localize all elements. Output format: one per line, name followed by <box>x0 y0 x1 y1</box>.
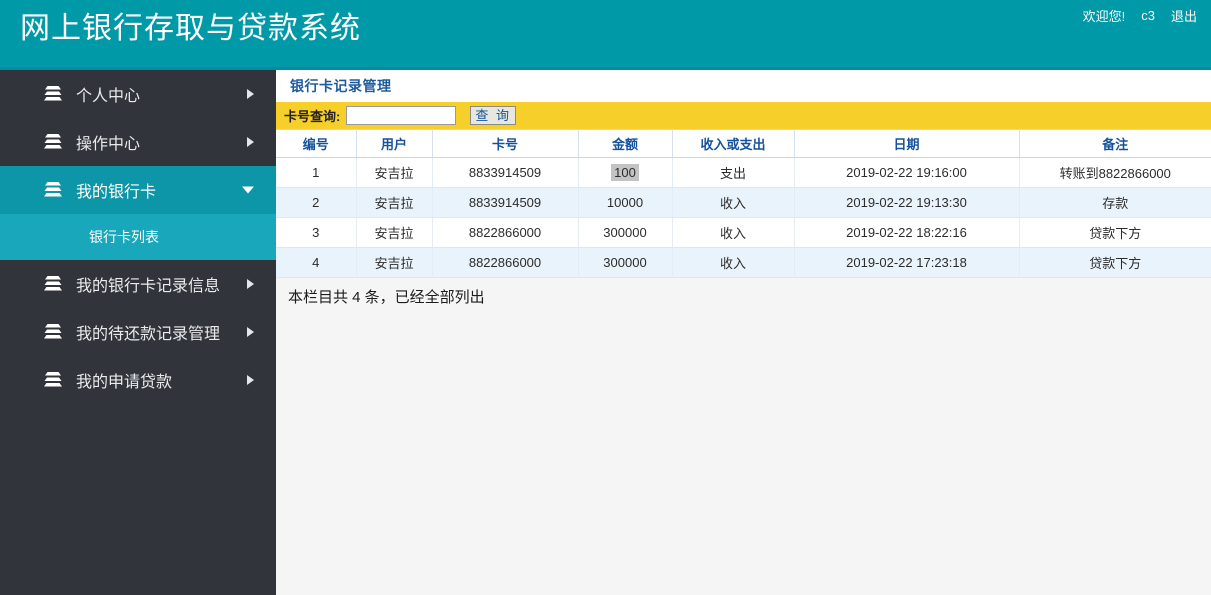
sidebar-subitem-label: 银行卡列表 <box>89 229 159 245</box>
cell-type: 收入 <box>672 247 795 278</box>
chevron-down-icon <box>242 186 254 194</box>
cell-remark: 贷款下方 <box>1019 217 1211 248</box>
table-header-row: 编号 用户 卡号 金额 收入或支出 日期 备注 <box>276 129 1211 158</box>
cell-id: 3 <box>276 217 357 248</box>
welcome-text: 欢迎您! <box>1082 9 1126 24</box>
cell-card-no: 8833914509 <box>432 157 579 188</box>
layers-icon <box>42 133 64 151</box>
sidebar-item-my-card-records[interactable]: 我的银行卡记录信息 <box>0 260 276 308</box>
cell-remark: 存款 <box>1019 187 1211 218</box>
app-header: 网上银行存取与贷款系统 欢迎您! c3 退出 <box>0 0 1211 70</box>
search-button[interactable]: 查 询 <box>470 106 516 125</box>
cell-date: 2019-02-22 18:22:16 <box>794 217 1020 248</box>
logout-link[interactable]: 退出 <box>1171 6 1197 25</box>
record-count-text: 本栏目共 4 条，已经全部列出 <box>288 289 485 306</box>
table-row[interactable]: 4 安吉拉 8822866000 300000 收入 2019-02-22 17… <box>276 247 1211 278</box>
sidebar-item-label: 操作中心 <box>76 136 141 153</box>
main-content: 银行卡记录管理 卡号查询: 查 询 编号 用户 卡号 金额 收入或支出 日期 备… <box>276 70 1211 595</box>
cell-date: 2019-02-22 19:13:30 <box>794 187 1020 218</box>
layers-icon <box>42 323 64 341</box>
cell-user: 安吉拉 <box>356 157 433 188</box>
sidebar-item-operation-center[interactable]: 操作中心 <box>0 118 276 166</box>
search-bar: 卡号查询: 查 询 <box>276 102 1211 129</box>
layers-icon <box>42 275 64 293</box>
cell-user: 安吉拉 <box>356 187 433 218</box>
cell-amount: 300000 <box>578 217 673 248</box>
card-number-search-input[interactable] <box>346 106 457 125</box>
page-title: 银行卡记录管理 <box>290 78 392 94</box>
sidebar-nav: 个人中心 操作中心 我的银行卡 银行卡列表 我的银行卡记录信息 我的待还款记录管… <box>0 70 276 595</box>
sidebar-item-my-repayment-records[interactable]: 我的待还款记录管理 <box>0 308 276 356</box>
cell-date: 2019-02-22 19:16:00 <box>794 157 1020 188</box>
cell-id: 4 <box>276 247 357 278</box>
table-header: 编号 用户 卡号 金额 收入或支出 日期 备注 <box>276 129 1211 158</box>
cell-type: 支出 <box>672 157 795 188</box>
chevron-right-icon <box>247 279 254 289</box>
cell-user: 安吉拉 <box>356 247 433 278</box>
sidebar-item-my-bank-card[interactable]: 我的银行卡 <box>0 166 276 214</box>
chevron-right-icon <box>247 375 254 385</box>
sidebar-item-label: 我的银行卡记录信息 <box>76 278 221 295</box>
table-row[interactable]: 1 安吉拉 8833914509 100 支出 2019-02-22 19:16… <box>276 157 1211 188</box>
column-header-date[interactable]: 日期 <box>794 129 1020 158</box>
chevron-right-icon <box>247 89 254 99</box>
page-title-bar: 银行卡记录管理 <box>276 70 1211 102</box>
cell-type: 收入 <box>672 217 795 248</box>
bank-card-records-table: 编号 用户 卡号 金额 收入或支出 日期 备注 1 安吉拉 8833914509… <box>276 129 1211 278</box>
cell-user: 安吉拉 <box>356 217 433 248</box>
sidebar-item-personal-center[interactable]: 个人中心 <box>0 70 276 118</box>
header-user-area: 欢迎您! c3 退出 <box>1083 6 1197 25</box>
column-header-amount[interactable]: 金额 <box>578 129 673 158</box>
page-layout: 个人中心 操作中心 我的银行卡 银行卡列表 我的银行卡记录信息 我的待还款记录管… <box>0 70 1211 595</box>
layers-icon <box>42 85 64 103</box>
cell-date: 2019-02-22 17:23:18 <box>794 247 1020 278</box>
column-header-type[interactable]: 收入或支出 <box>672 129 795 158</box>
search-label: 卡号查询: <box>284 109 341 124</box>
layers-icon <box>42 181 64 199</box>
column-header-id[interactable]: 编号 <box>276 129 357 158</box>
username-label[interactable]: c3 <box>1141 8 1155 23</box>
cell-type: 收入 <box>672 187 795 218</box>
sidebar-item-label: 我的申请贷款 <box>76 374 173 391</box>
cell-id: 2 <box>276 187 357 218</box>
app-title: 网上银行存取与贷款系统 <box>20 12 361 45</box>
cell-card-no: 8822866000 <box>432 217 579 248</box>
cell-remark: 贷款下方 <box>1019 247 1211 278</box>
chevron-right-icon <box>247 137 254 147</box>
sidebar-item-my-loan-application[interactable]: 我的申请贷款 <box>0 356 276 404</box>
column-header-remark[interactable]: 备注 <box>1019 129 1211 158</box>
column-header-user[interactable]: 用户 <box>356 129 433 158</box>
cell-remark: 转账到8822866000 <box>1019 157 1211 188</box>
sidebar-item-label: 个人中心 <box>76 88 141 105</box>
column-header-card-no[interactable]: 卡号 <box>432 129 579 158</box>
cell-amount: 10000 <box>578 187 673 218</box>
cell-amount: 100 <box>578 157 673 188</box>
sidebar-subitem-bank-card-list[interactable]: 银行卡列表 <box>0 214 276 260</box>
cell-card-no: 8822866000 <box>432 247 579 278</box>
table-row[interactable]: 3 安吉拉 8822866000 300000 收入 2019-02-22 18… <box>276 217 1211 248</box>
selected-amount-text: 100 <box>611 164 639 181</box>
cell-card-no: 8833914509 <box>432 187 579 218</box>
sidebar-item-label: 我的待还款记录管理 <box>76 326 221 343</box>
cell-amount: 300000 <box>578 247 673 278</box>
chevron-right-icon <box>247 327 254 337</box>
table-row[interactable]: 2 安吉拉 8833914509 10000 收入 2019-02-22 19:… <box>276 187 1211 218</box>
cell-id: 1 <box>276 157 357 188</box>
layers-icon <box>42 371 64 389</box>
table-body: 1 安吉拉 8833914509 100 支出 2019-02-22 19:16… <box>276 157 1211 278</box>
